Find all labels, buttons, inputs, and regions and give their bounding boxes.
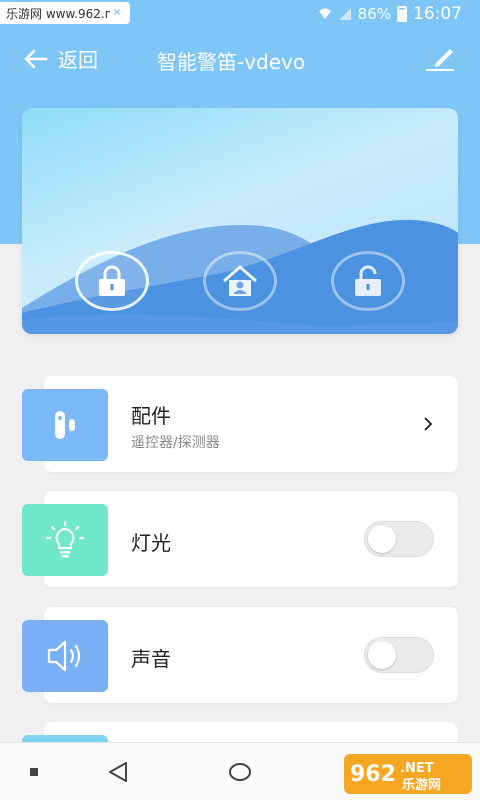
status-bar: 乐游网 www.962.net ✕ 86% 16:07 [0,0,480,28]
accessory-subtitle: 遥控器/探测器 [131,435,220,451]
brand-logo: 962 .NET 乐游网 [344,754,472,794]
light-toggle[interactable] [364,521,434,557]
home-mode-button[interactable] [203,251,277,311]
speaker-icon [47,640,81,672]
back-label: 返回 [58,48,98,72]
home-icon [223,265,257,296]
page-title: 智能警笛-vdevo [157,50,306,74]
disarm-mode-button[interactable] [331,251,405,311]
battery-percent: 86% [357,5,391,23]
bulb-icon [45,520,85,558]
accessory-label: 配件 [131,404,171,428]
unlock-icon [355,265,381,296]
brand-logo-main: 962 [350,762,396,787]
recent-apps-button[interactable] [30,768,38,776]
signal-icon [338,8,351,20]
light-item: 灯光 [22,491,458,587]
brand-logo-net: .NET [400,761,434,776]
nav-home-button[interactable] [228,760,252,784]
arm-mode-button[interactable] [75,251,149,311]
sound-item: 声音 [22,607,458,703]
mode-panel [22,108,458,334]
lock-icon [99,265,125,296]
clock: 16:07 [413,4,462,24]
battery-icon [397,6,407,22]
sound-toggle[interactable] [364,637,434,673]
remote-sensor-icon [55,411,75,439]
arrow-left-icon [24,49,48,68]
sound-tile [22,620,108,692]
toggle-knob [368,641,396,669]
accessory-tile [22,389,108,461]
app-header: 返回 智能警笛-vdevo [0,36,480,82]
back-button[interactable]: 返回 [24,44,98,73]
toggle-knob [368,525,396,553]
edit-icon[interactable] [424,44,456,72]
nav-back-button[interactable] [106,760,130,784]
brand-logo-cn: 乐游网 [402,777,441,793]
accessory-item[interactable]: 配件 遥控器/探测器 [22,376,458,472]
close-icon[interactable]: ✕ [110,6,124,20]
wifi-icon [318,8,331,19]
sound-label: 声音 [131,647,171,671]
chevron-right-icon [424,417,433,431]
light-label: 灯光 [131,531,171,555]
light-tile [22,504,108,576]
